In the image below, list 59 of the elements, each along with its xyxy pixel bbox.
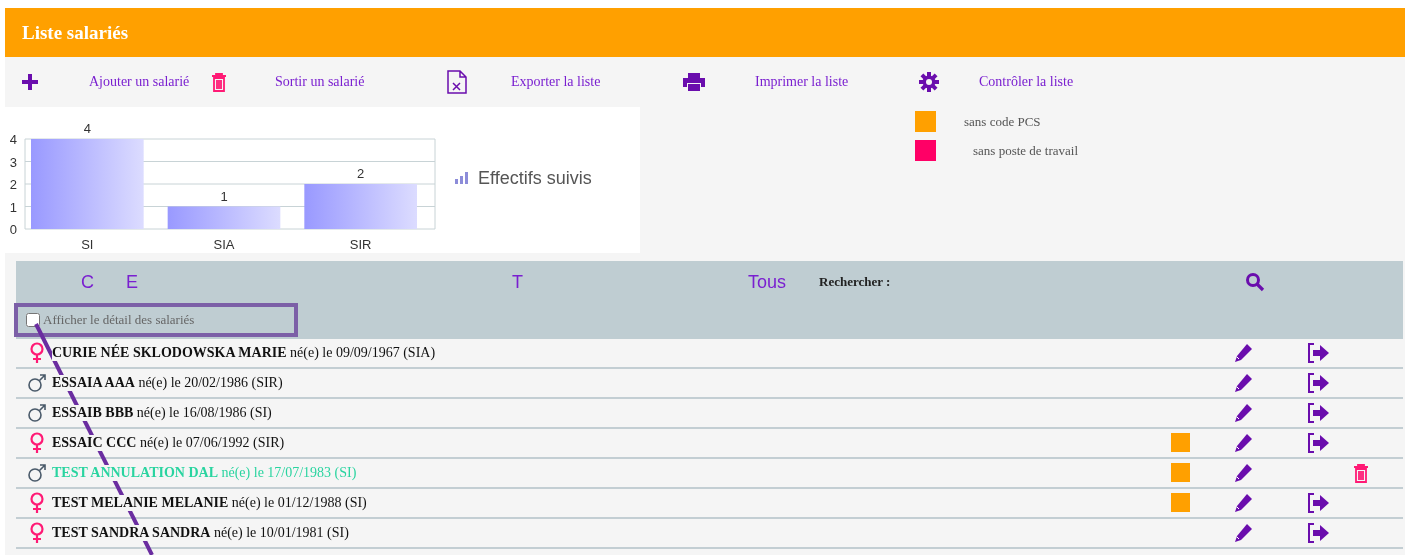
category-label: SIR (349, 237, 372, 251)
employee-entry[interactable]: ESSAIC CCC né(e) le 07/06/1992 (SIR) (52, 435, 285, 451)
axis-tick-label: 0 (9, 222, 17, 237)
column-header[interactable]: C (81, 271, 94, 293)
search-icon[interactable] (1245, 272, 1266, 292)
exit-arrow-icon[interactable] (1308, 523, 1330, 543)
spreadsheet-file-icon[interactable] (447, 70, 467, 94)
male-icon (26, 403, 48, 423)
employee-entry[interactable]: CURIE NÉE SKLODOWSKA MARIE né(e) le 09/09/1967 (SIA) (52, 345, 436, 361)
missing-code-marker (1171, 433, 1190, 452)
axis-tick-label: 4 (9, 132, 17, 147)
pencil-icon[interactable] (1233, 343, 1253, 363)
checkbox-label: Afficher le détail des salariés (43, 312, 195, 328)
pencil-icon[interactable] (1233, 403, 1253, 423)
employee-entry[interactable]: TEST MELANIE MELANIE né(e) le 01/12/1988 (SI) (52, 495, 367, 511)
missing-code-marker (1171, 463, 1190, 482)
print-icon[interactable] (683, 73, 705, 91)
exit-arrow-icon[interactable] (1308, 343, 1330, 363)
pencil-icon[interactable] (1233, 523, 1253, 543)
category-label: SIA (213, 237, 235, 251)
male-icon (26, 373, 48, 393)
pencil-icon[interactable] (1233, 373, 1253, 393)
bar-value-label: 2 (357, 166, 365, 181)
exit-arrow-icon[interactable] (1308, 493, 1330, 513)
toolbar-link[interactable]: Sortir un salarié (275, 74, 365, 90)
employee-entry[interactable]: ESSAIA AAA né(e) le 20/02/1986 (SIR) (52, 375, 283, 391)
bar-chart-icon (455, 172, 468, 184)
detail-checkbox[interactable] (26, 313, 40, 327)
pencil-icon[interactable] (1233, 493, 1253, 513)
toolbar-link[interactable]: Contrôler la liste (979, 74, 1074, 90)
employee-entry[interactable]: TEST SANDRA SANDRA né(e) le 10/01/1981 (SI) (52, 525, 349, 541)
axis-tick-label: 1 (9, 199, 17, 215)
column-header[interactable]: T (512, 271, 523, 293)
legend-label: sans poste de travail (973, 142, 1079, 159)
pencil-icon[interactable] (1233, 463, 1253, 483)
employee-entry[interactable]: ESSAIB BBB né(e) le 16/08/1986 (SI) (52, 405, 272, 421)
gear-icon[interactable] (919, 72, 939, 92)
toolbar-link[interactable]: Exporter la liste (511, 74, 601, 90)
bar-value-label: 1 (220, 188, 228, 204)
toolbar-link[interactable]: Imprimer la liste (755, 74, 849, 90)
exit-arrow-icon[interactable] (1308, 433, 1330, 453)
trash-icon[interactable] (211, 72, 227, 92)
axis-tick-label: 3 (9, 154, 17, 170)
bar-value-label: 4 (83, 121, 91, 136)
chart-legend-label: Effectifs suivis (478, 167, 592, 189)
column-header[interactable]: E (126, 271, 138, 293)
window-title: Liste salariés (22, 21, 129, 44)
legend-label: sans code PCS (964, 113, 1041, 130)
plus-icon[interactable] (21, 73, 39, 91)
category-label: SI (81, 237, 94, 251)
toolbar-link[interactable]: Ajouter un salarié (89, 74, 190, 90)
male-icon (26, 463, 48, 483)
search-label: Rechercher : (819, 274, 891, 290)
filter-link[interactable]: Tous (748, 271, 787, 293)
missing-code-marker (1171, 493, 1190, 512)
pencil-icon[interactable] (1233, 433, 1253, 453)
axis-tick-label: 2 (9, 177, 17, 192)
exit-arrow-icon[interactable] (1308, 373, 1330, 393)
exit-arrow-icon[interactable] (1308, 403, 1330, 423)
